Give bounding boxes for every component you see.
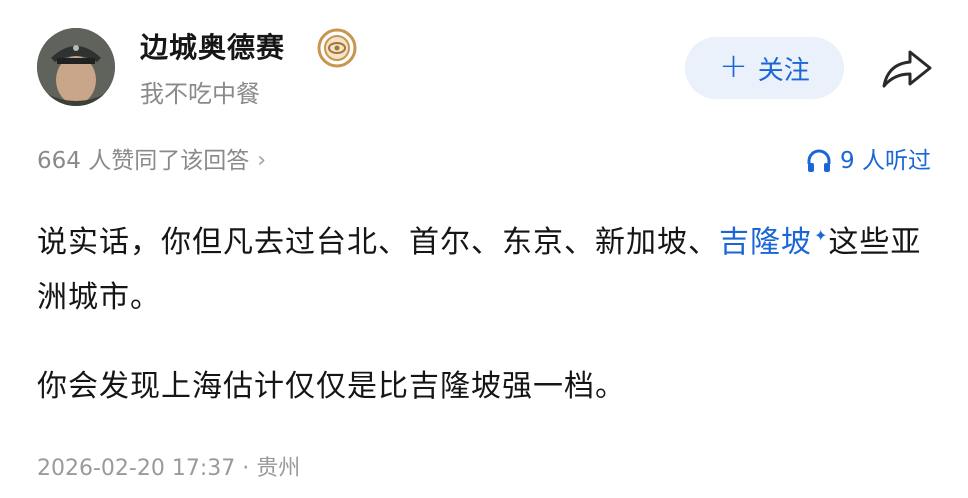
answer-text: 说实话，你但凡去过台北、首尔、东京、新加坡、 — [37, 225, 719, 260]
answer-content: 说实话，你但凡去过台北、首尔、东京、新加坡、吉隆坡 ✦这些亚洲城市。 你会发现上海… — [37, 208, 931, 448]
likes-text: 664 人赞同了该回答 — [37, 148, 250, 174]
answer-paragraph: 说实话，你但凡去过台北、首尔、东京、新加坡、吉隆坡 ✦这些亚洲城市。 — [37, 208, 931, 325]
answer-timestamp: 2026-02-20 17:37 · 贵州 — [37, 456, 301, 481]
answer-text: 你会发现上海估计仅仅是比吉隆坡强一档。 — [37, 369, 626, 404]
listen-count[interactable]: 9 人听过 — [806, 144, 931, 178]
headphone-icon — [807, 149, 831, 172]
plus-icon: + — [719, 46, 748, 86]
sparkle-icon: ✦ — [814, 226, 829, 245]
verified-badge-icon — [317, 28, 357, 68]
listen-text: 9 人听过 — [840, 148, 931, 174]
likes-count[interactable]: 664 人赞同了该回答 › — [37, 144, 266, 178]
author-name[interactable]: 边城奥德赛 — [140, 28, 285, 68]
author-bio: 我不吃中餐 — [140, 80, 260, 108]
chevron-right-icon: › — [257, 148, 267, 173]
share-icon[interactable] — [880, 48, 934, 92]
follow-button[interactable]: + 关注 — [685, 37, 844, 99]
follow-label: 关注 — [757, 55, 810, 86]
answer-paragraph: 你会发现上海估计仅仅是比吉隆坡强一档。 — [37, 359, 931, 414]
avatar[interactable] — [37, 28, 115, 106]
keyword-link[interactable]: 吉隆坡 — [719, 225, 812, 260]
